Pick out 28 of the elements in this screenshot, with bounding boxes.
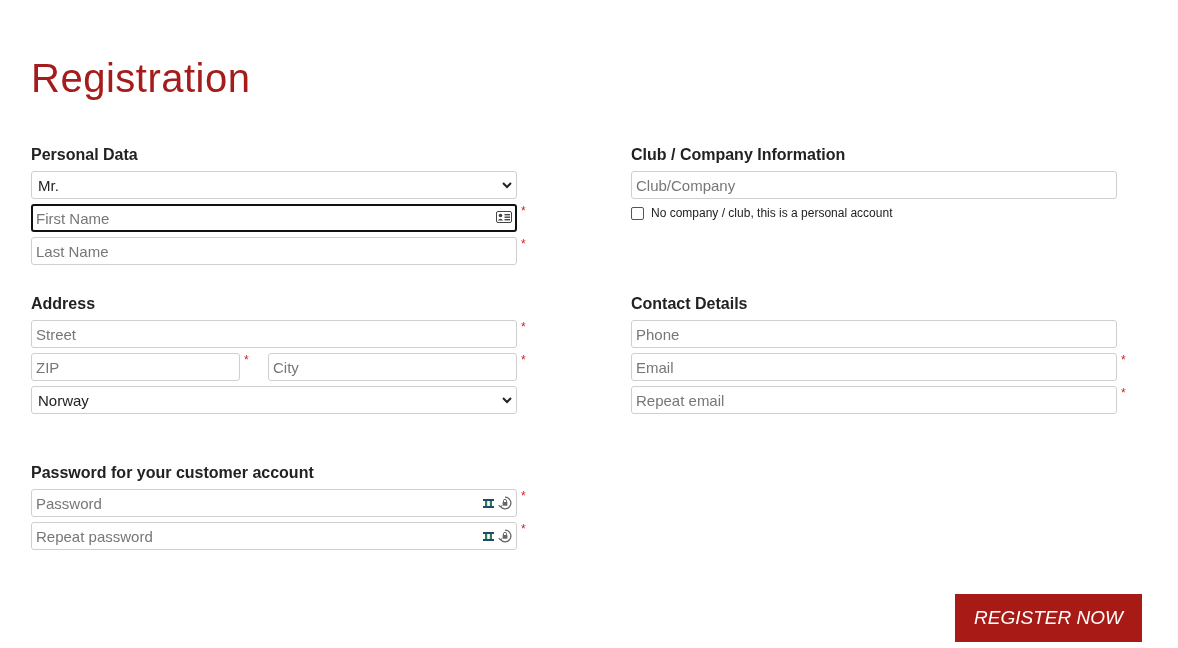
- chevron-down-icon: [502, 181, 512, 189]
- required-asterisk: *: [244, 353, 250, 367]
- required-asterisk: *: [521, 489, 527, 503]
- dropdown[interactable]: Norway: [31, 386, 517, 414]
- checkbox-label[interactable]: No company / club, this is a personal account: [651, 206, 893, 220]
- required-asterisk: *: [521, 237, 527, 251]
- required-asterisk: *: [521, 353, 527, 367]
- section-heading: Address: [31, 295, 96, 313]
- page-title: Registration: [31, 55, 252, 102]
- required-asterisk: *: [521, 320, 527, 334]
- key-icon[interactable]: [483, 531, 494, 541]
- section-heading: Personal Data: [31, 146, 138, 164]
- section-heading: Password for your customer account: [31, 464, 314, 482]
- register-button[interactable]: REGISTER NOW: [955, 594, 1142, 642]
- section-heading: Club / Company Information: [631, 146, 846, 164]
- chevron-down-icon: [502, 396, 512, 404]
- required-asterisk: *: [1121, 353, 1127, 367]
- required-asterisk: *: [521, 522, 527, 536]
- contact-card-icon[interactable]: [496, 211, 512, 223]
- lock-refresh-icon[interactable]: [498, 496, 512, 510]
- required-asterisk: *: [521, 204, 527, 218]
- key-icon[interactable]: [483, 498, 494, 508]
- lock-refresh-icon[interactable]: [498, 529, 512, 543]
- input-field[interactable]: First Name: [31, 204, 517, 232]
- required-asterisk: *: [1121, 386, 1127, 400]
- checkbox[interactable]: [631, 206, 644, 220]
- dropdown[interactable]: Mr.: [31, 171, 517, 199]
- section-heading: Contact Details: [631, 295, 748, 313]
